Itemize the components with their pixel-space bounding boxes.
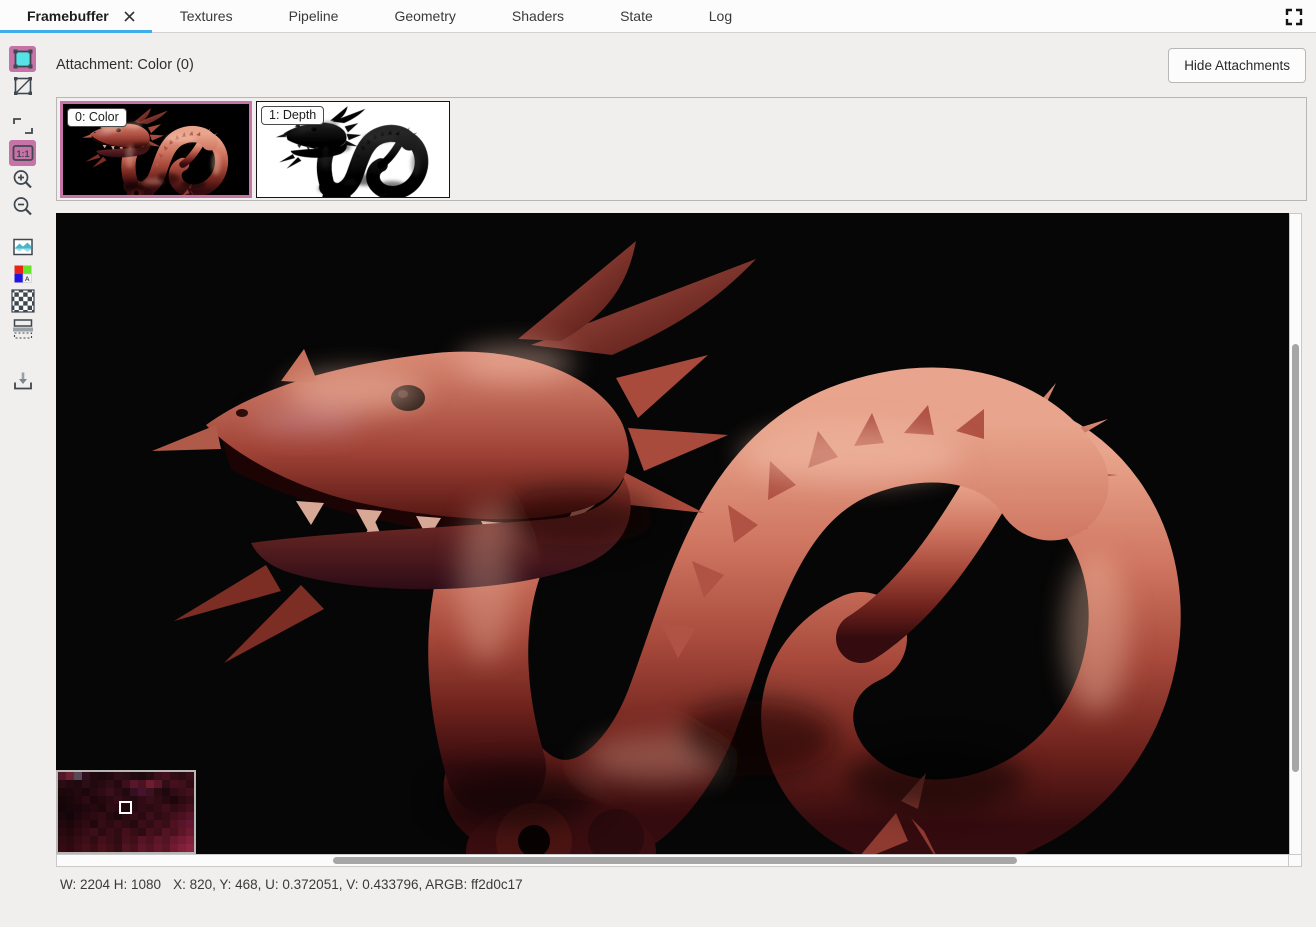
shaded-view-icon[interactable] bbox=[9, 46, 36, 72]
tab-framebuffer[interactable]: Framebuffer bbox=[0, 0, 152, 32]
attachment-thumbnail-depth[interactable]: 1: Depth bbox=[256, 101, 450, 198]
save-image-icon[interactable] bbox=[9, 368, 36, 394]
hide-attachments-button[interactable]: Hide Attachments bbox=[1168, 48, 1306, 83]
flip-image-icon[interactable] bbox=[9, 234, 36, 260]
wireframe-view-icon[interactable] bbox=[9, 73, 36, 99]
pixel-readout: X: 820, Y: 468, U: 0.372051, V: 0.433796… bbox=[173, 877, 523, 892]
actual-size-icon[interactable]: 1:1 bbox=[9, 140, 36, 166]
attachment-badge: 1: Depth bbox=[261, 106, 324, 125]
magnifier-cursor bbox=[119, 801, 132, 814]
svg-text:A: A bbox=[24, 276, 29, 283]
attachment-thumbnail-color[interactable]: 0: Color bbox=[60, 101, 252, 198]
tab-geometry[interactable]: Geometry bbox=[366, 0, 483, 32]
close-icon[interactable] bbox=[123, 10, 136, 23]
image-size-readout: W: 2204 H: 1080 bbox=[60, 877, 161, 892]
zoom-in-icon[interactable] bbox=[9, 167, 36, 193]
rgba-channels-icon[interactable]: A bbox=[9, 261, 36, 287]
framebuffer-canvas[interactable] bbox=[56, 213, 1289, 854]
tab-shaders[interactable]: Shaders bbox=[484, 0, 592, 32]
svg-text:1:1: 1:1 bbox=[16, 149, 29, 159]
checkerboard-background-icon[interactable] bbox=[9, 288, 36, 314]
horizontal-scrollbar-thumb[interactable] bbox=[333, 857, 1017, 864]
vertical-scrollbar[interactable] bbox=[1289, 213, 1302, 854]
tab-log[interactable]: Log bbox=[681, 0, 760, 32]
tab-state[interactable]: State bbox=[592, 0, 681, 32]
attachment-label: Attachment: Color (0) bbox=[56, 57, 194, 73]
scrollbar-corner bbox=[1289, 854, 1302, 867]
zoom-to-fit-icon[interactable] bbox=[9, 113, 36, 139]
fullscreen-icon[interactable] bbox=[1284, 7, 1304, 27]
vertical-scrollbar-thumb[interactable] bbox=[1292, 344, 1299, 772]
tab-textures[interactable]: Textures bbox=[152, 0, 261, 32]
tab-bar: Framebuffer Textures Pipeline Geometry S… bbox=[0, 0, 1316, 33]
color-range-icon[interactable] bbox=[9, 315, 36, 341]
status-bar: W: 2204 H: 1080 X: 820, Y: 468, U: 0.372… bbox=[56, 867, 1307, 892]
tab-pipeline[interactable]: Pipeline bbox=[261, 0, 367, 32]
horizontal-scrollbar[interactable] bbox=[56, 854, 1289, 867]
pixel-magnifier-overlay bbox=[56, 770, 196, 854]
tab-label: Framebuffer bbox=[27, 8, 109, 24]
attachment-badge: 0: Color bbox=[67, 108, 127, 127]
framebuffer-image bbox=[56, 213, 1289, 854]
zoom-out-icon[interactable] bbox=[9, 194, 36, 220]
viewer-toolbar: 1:1 bbox=[0, 33, 56, 927]
attachments-panel: 0: Color 1: Depth bbox=[56, 97, 1307, 201]
